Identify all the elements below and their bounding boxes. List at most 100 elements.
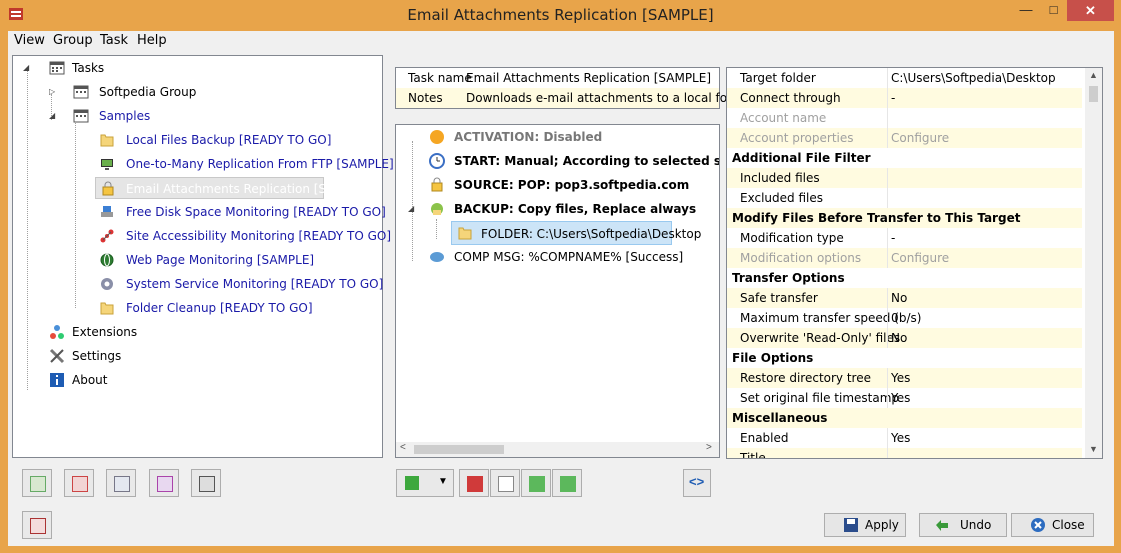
step-label: FOLDER: C:\Users\Softpedia\Desktop xyxy=(481,227,702,241)
tree-label: Local Files Backup [READY TO GO] xyxy=(126,133,332,147)
exit-button[interactable] xyxy=(22,511,52,539)
notes-row[interactable]: Notes Downloads e-mail attachments to a … xyxy=(396,88,753,108)
monitor-icon xyxy=(101,159,113,170)
expand-icon[interactable]: ▷ xyxy=(49,88,57,96)
prop-safe-transfer[interactable]: Safe transfer No xyxy=(727,288,1082,308)
toggle-panel-button[interactable]: <> xyxy=(683,469,711,497)
prop-excluded-files[interactable]: Excluded files xyxy=(727,188,1082,208)
section-file-filter: Additional File Filter xyxy=(732,151,871,165)
move-task-button[interactable] xyxy=(149,469,179,497)
menu-help[interactable]: Help xyxy=(137,33,167,48)
minimize-button[interactable]: — xyxy=(1012,2,1040,24)
tree-item-ftp-replication[interactable]: One-to-Many Replication From FTP [SAMPLE… xyxy=(13,153,394,175)
tree-label: Folder Cleanup [READY TO GO] xyxy=(126,301,313,315)
activation-icon xyxy=(430,130,444,144)
tree-item-settings[interactable]: Settings xyxy=(13,345,373,367)
add-task-icon xyxy=(30,476,46,492)
menu-view[interactable]: View xyxy=(14,33,45,48)
scroll-thumb[interactable] xyxy=(414,445,504,454)
tree-item-tasks[interactable]: ◢ Tasks xyxy=(13,57,373,79)
scroll-left-icon[interactable]: < xyxy=(400,442,406,453)
prop-account-properties[interactable]: Account properties Configure xyxy=(727,128,1082,148)
tree-item-local-files-backup[interactable]: Local Files Backup [READY TO GO] xyxy=(13,129,373,151)
tree-item-about[interactable]: About xyxy=(13,369,373,391)
tree-item-softpedia-group[interactable]: ▷ Softpedia Group xyxy=(13,81,373,103)
info-icon xyxy=(50,373,64,387)
scroll-down-icon[interactable]: ▼ xyxy=(1089,444,1098,454)
undo-button[interactable]: Undo xyxy=(919,513,1007,537)
delete-step-icon xyxy=(467,476,483,492)
task-tree[interactable]: ◢ Tasks ▷ Softpedia Group ◢ Samples Loca… xyxy=(12,55,394,458)
prop-overwrite-readonly[interactable]: Overwrite 'Read-Only' files No xyxy=(727,328,1082,348)
scroll-up-icon[interactable]: ▲ xyxy=(1089,70,1098,80)
section-modify-files: Modify Files Before Transfer to This Tar… xyxy=(727,208,1082,228)
move-down-button[interactable] xyxy=(552,469,582,497)
copy-task-button[interactable] xyxy=(106,469,136,497)
collapse-icon[interactable]: ◢ xyxy=(408,197,414,221)
folder-icon xyxy=(458,227,472,240)
prop-title[interactable]: Title xyxy=(727,448,1082,458)
step-folder[interactable]: FOLDER: C:\Users\Softpedia\Desktop xyxy=(451,221,701,245)
arrow-up-icon xyxy=(529,476,545,492)
close-button[interactable]: Close xyxy=(1011,513,1094,537)
add-step-button[interactable]: ▼ xyxy=(396,469,454,497)
collapse-icon[interactable]: ◢ xyxy=(49,112,57,120)
tree-item-site-accessibility[interactable]: Site Accessibility Monitoring [READY TO … xyxy=(13,225,391,247)
task-name-row[interactable]: Task name Email Attachments Replication … xyxy=(396,68,719,88)
tree-item-system-service[interactable]: System Service Monitoring [READY TO GO] xyxy=(13,273,383,295)
prop-included-files[interactable]: Included files xyxy=(727,168,1082,188)
section-miscellaneous: Miscellaneous xyxy=(727,408,1082,428)
tree-label: Settings xyxy=(72,349,122,363)
tree-item-extensions[interactable]: Extensions xyxy=(13,321,373,343)
exit-icon xyxy=(30,518,46,534)
add-task-button[interactable] xyxy=(22,469,52,497)
notes-label: Notes xyxy=(408,91,443,105)
scroll-thumb[interactable] xyxy=(1089,86,1098,102)
tree-item-web-page[interactable]: Web Page Monitoring [SAMPLE] xyxy=(13,249,373,271)
close-window-button[interactable]: ✕ xyxy=(1067,0,1114,21)
move-icon xyxy=(157,476,173,492)
menu-task[interactable]: Task xyxy=(100,33,128,48)
undo-icon xyxy=(936,520,948,531)
tree-label: System Service Monitoring [READY TO GO] xyxy=(126,277,384,291)
menu-group[interactable]: Group xyxy=(53,33,93,48)
dropdown-arrow-icon[interactable]: ▼ xyxy=(438,476,454,492)
tree-label: Extensions xyxy=(72,325,138,339)
prop-enabled[interactable]: Enabled Yes xyxy=(727,428,1082,448)
tree-item-samples[interactable]: ◢ Samples xyxy=(13,105,373,127)
run-icon xyxy=(199,476,215,492)
steps-panel[interactable]: ACTIVATION: Disabled START: Manual; Acco… xyxy=(395,124,720,458)
copy-icon xyxy=(498,476,514,492)
prop-restore-tree[interactable]: Restore directory tree Yes xyxy=(727,368,1082,388)
prop-set-timestamp[interactable]: Set original file timestamp Yes xyxy=(727,388,1082,408)
task-name-value[interactable]: Email Attachments Replication [SAMPLE] xyxy=(466,68,711,88)
properties-grid[interactable]: Target folder C:\Users\Softpedia\Desktop … xyxy=(726,67,1103,459)
vertical-scrollbar[interactable]: ▲ ▼ xyxy=(1085,68,1102,458)
delete-step-button[interactable] xyxy=(459,469,489,497)
add-step-icon xyxy=(405,476,419,490)
delete-task-button[interactable] xyxy=(64,469,94,497)
tools-icon xyxy=(49,348,65,364)
prop-connect-through[interactable]: Connect through - xyxy=(727,88,1082,108)
tree-item-email-attachments[interactable]: Email Attachments Replication [SAMPLE] xyxy=(95,177,371,199)
collapse-icon[interactable]: ◢ xyxy=(23,64,31,72)
tree-item-free-disk[interactable]: Free Disk Space Monitoring [READY TO GO] xyxy=(13,201,386,223)
notes-value[interactable]: Downloads e-mail attachments to a local … xyxy=(466,88,753,108)
copy-icon xyxy=(114,476,130,492)
run-task-button[interactable] xyxy=(191,469,221,497)
horizontal-scrollbar[interactable]: < > xyxy=(396,442,719,457)
tree-label: Tasks xyxy=(72,61,105,75)
prop-max-speed[interactable]: Maximum transfer speed (b/s) 0 xyxy=(727,308,1082,328)
prop-target-folder[interactable]: Target folder C:\Users\Softpedia\Desktop xyxy=(727,68,1082,88)
copy-step-button[interactable] xyxy=(490,469,520,497)
prop-account-name[interactable]: Account name xyxy=(727,108,1082,128)
step-label: BACKUP: Copy files, Replace always xyxy=(454,202,697,216)
maximize-button[interactable]: □ xyxy=(1040,2,1067,24)
scroll-right-icon[interactable]: > xyxy=(706,442,712,453)
prop-modification-options[interactable]: Modification options Configure xyxy=(727,248,1082,268)
task-info-panel: Task name Email Attachments Replication … xyxy=(395,67,753,109)
move-up-button[interactable] xyxy=(521,469,551,497)
prop-modification-type[interactable]: Modification type - xyxy=(727,228,1082,248)
tree-item-folder-cleanup[interactable]: Folder Cleanup [READY TO GO] xyxy=(13,297,373,319)
apply-button[interactable]: Apply xyxy=(824,513,906,537)
